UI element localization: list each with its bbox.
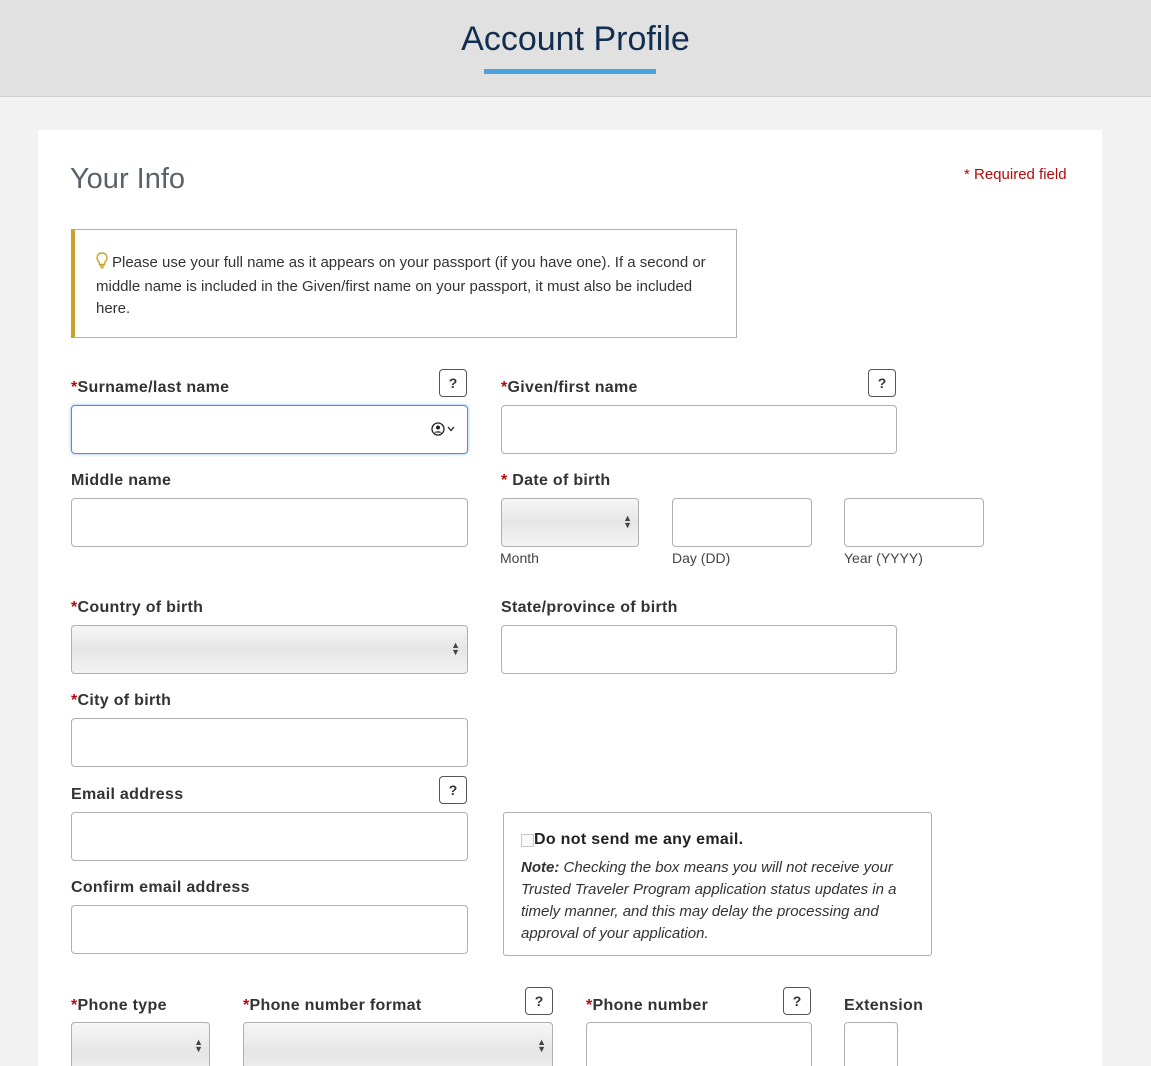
lightbulb-icon <box>96 252 108 276</box>
updown-arrows-icon: ▲ ▼ <box>194 1037 203 1054</box>
extension-label: Extension <box>844 997 924 1014</box>
given-name-help-button[interactable]: ? <box>868 369 896 397</box>
passport-name-notice: Please use your full name as it appears … <box>71 229 737 338</box>
given-name-label: *Given/first name <box>501 379 638 396</box>
middle-name-label: Middle name <box>71 472 172 489</box>
notice-text: Please use your full name as it appears … <box>96 254 706 317</box>
updown-arrows-icon: ▲ ▼ <box>451 640 460 657</box>
surname-input[interactable] <box>71 405 468 454</box>
note-prefix: Note: <box>521 859 560 876</box>
phone-format-help-button[interactable]: ? <box>525 987 553 1015</box>
dob-month-label: Month <box>500 550 539 566</box>
email-opt-out-note: Note: Checking the box means you will no… <box>521 857 915 945</box>
note-body: Checking the box means you will not rece… <box>521 859 897 942</box>
phone-number-help-button[interactable]: ? <box>783 987 811 1015</box>
phone-number-label: *Phone number <box>586 997 709 1014</box>
email-opt-out-checkbox[interactable] <box>521 833 534 847</box>
phone-type-select[interactable]: ▲ ▼ <box>71 1022 210 1066</box>
page-header: Account Profile <box>0 0 1151 97</box>
updown-arrows-icon: ▲ ▼ <box>537 1037 546 1054</box>
email-opt-out-row[interactable]: Do not send me any email. <box>521 831 915 849</box>
confirm-email-label: Confirm email address <box>71 879 250 896</box>
surname-label: *Surname/last name <box>71 379 230 396</box>
email-help-button[interactable]: ? <box>439 776 467 804</box>
title-underline <box>484 69 656 74</box>
extension-input[interactable] <box>844 1022 898 1066</box>
email-input[interactable] <box>71 812 468 861</box>
dob-year-label: Year (YYYY) <box>844 550 923 566</box>
phone-number-input[interactable] <box>586 1022 812 1066</box>
email-opt-out-label[interactable]: Do not send me any email. <box>534 831 743 849</box>
country-of-birth-label: *Country of birth <box>71 599 204 616</box>
surname-help-button[interactable]: ? <box>439 369 467 397</box>
updown-arrows-icon: ▲ ▼ <box>623 513 632 530</box>
contact-card-icon[interactable] <box>431 422 455 436</box>
city-of-birth-input[interactable] <box>71 718 468 767</box>
page-title: Account Profile <box>461 20 690 58</box>
section-title: Your Info <box>70 163 186 195</box>
dob-month-select[interactable]: ▲ ▼ <box>501 498 639 547</box>
country-of-birth-select[interactable]: ▲ ▼ <box>71 625 468 674</box>
phone-type-label: *Phone type <box>71 997 167 1014</box>
city-of-birth-label: *City of birth <box>71 692 172 709</box>
dob-day-label: Day (DD) <box>672 550 731 566</box>
email-opt-out-box: Do not send me any email. Note: Checking… <box>503 812 932 956</box>
state-of-birth-label: State/province of birth <box>501 599 678 616</box>
dob-label: * Date of birth <box>501 472 611 489</box>
required-field-note: * Required field <box>964 166 1067 183</box>
phone-format-select[interactable]: ▲ ▼ <box>243 1022 553 1066</box>
email-label: Email address <box>71 786 184 803</box>
given-name-input[interactable] <box>501 405 897 454</box>
phone-format-label: *Phone number format <box>243 997 422 1014</box>
chevron-down-icon <box>447 426 455 432</box>
middle-name-input[interactable] <box>71 498 468 547</box>
dob-day-input[interactable] <box>672 498 812 547</box>
state-of-birth-input[interactable] <box>501 625 897 674</box>
confirm-email-input[interactable] <box>71 905 468 954</box>
dob-year-input[interactable] <box>844 498 984 547</box>
